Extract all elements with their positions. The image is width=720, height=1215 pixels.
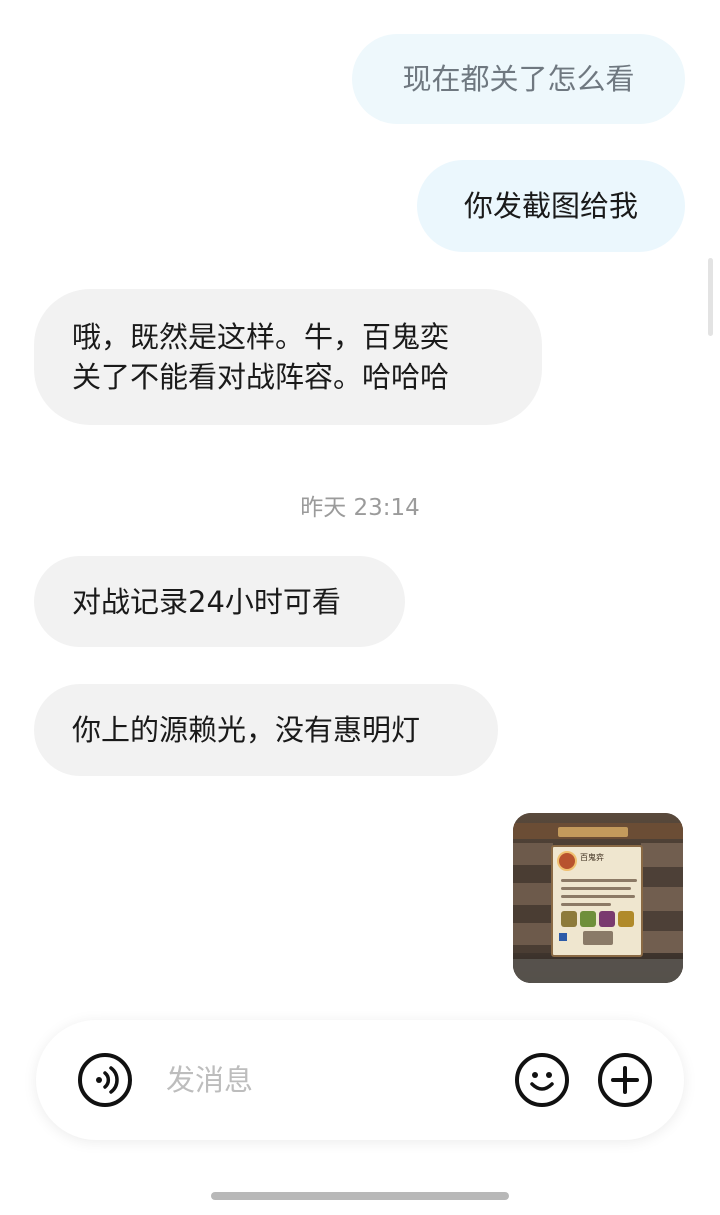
thumbnail-item	[618, 911, 634, 927]
smiley-glyph	[530, 1072, 554, 1091]
home-indicator[interactable]	[211, 1192, 509, 1200]
thumbnail-checkbox	[559, 933, 567, 941]
scroll-indicator[interactable]	[708, 258, 713, 336]
thumbnail-title-plate	[558, 827, 628, 837]
image-message-thumbnail[interactable]: 百鬼弈	[513, 813, 683, 983]
thumbnail-avatar	[557, 851, 577, 871]
message-text: 对战记录24小时可看	[72, 584, 341, 619]
thumbnail-popup-panel: 百鬼弈	[551, 845, 643, 957]
smiley-icon[interactable]	[515, 1053, 569, 1107]
timestamp-divider: 昨天 23:14	[300, 495, 420, 521]
voice-wave-icon[interactable]	[78, 1053, 132, 1107]
voice-wave-glyph	[96, 1066, 119, 1094]
thumbnail-text-line	[561, 887, 631, 890]
thumbnail-item	[580, 911, 596, 927]
message-bubble-received[interactable]: 哦，既然是这样。牛，百鬼奕 关了不能看对战阵容。哈哈哈	[34, 289, 542, 425]
message-bubble-sent[interactable]: 你发截图给我	[417, 160, 685, 252]
message-text: 现在都关了怎么看	[402, 62, 635, 96]
message-bubble-received[interactable]: 对战记录24小时可看	[34, 556, 405, 647]
thumbnail-item	[561, 911, 577, 927]
message-bubble-sent[interactable]: 现在都关了怎么看	[352, 34, 685, 124]
plus-circle-icon[interactable]	[598, 1053, 652, 1107]
message-text: 你发截图给我	[463, 189, 638, 223]
message-composer: 发消息	[36, 1020, 684, 1140]
message-bubble-received[interactable]: 你上的源赖光，没有惠明灯	[34, 684, 498, 776]
thumbnail-text-line	[561, 895, 635, 898]
thumbnail-panel-title: 百鬼弈	[580, 853, 604, 862]
thumbnail-text-line	[561, 879, 637, 882]
thumbnail-button	[583, 931, 613, 945]
message-text: 哦，既然是这样。牛，百鬼奕 关了不能看对战阵容。哈哈哈	[72, 320, 450, 394]
thumbnail-bottom-bar	[513, 959, 683, 983]
thumbnail-right-list	[641, 843, 683, 953]
message-text: 你上的源赖光，没有惠明灯	[72, 713, 421, 747]
plus-glyph	[611, 1066, 639, 1094]
thumbnail-left-list	[513, 843, 553, 953]
message-input[interactable]: 发消息	[166, 1060, 253, 1100]
thumbnail-text-line	[561, 903, 611, 906]
thumbnail-item	[599, 911, 615, 927]
